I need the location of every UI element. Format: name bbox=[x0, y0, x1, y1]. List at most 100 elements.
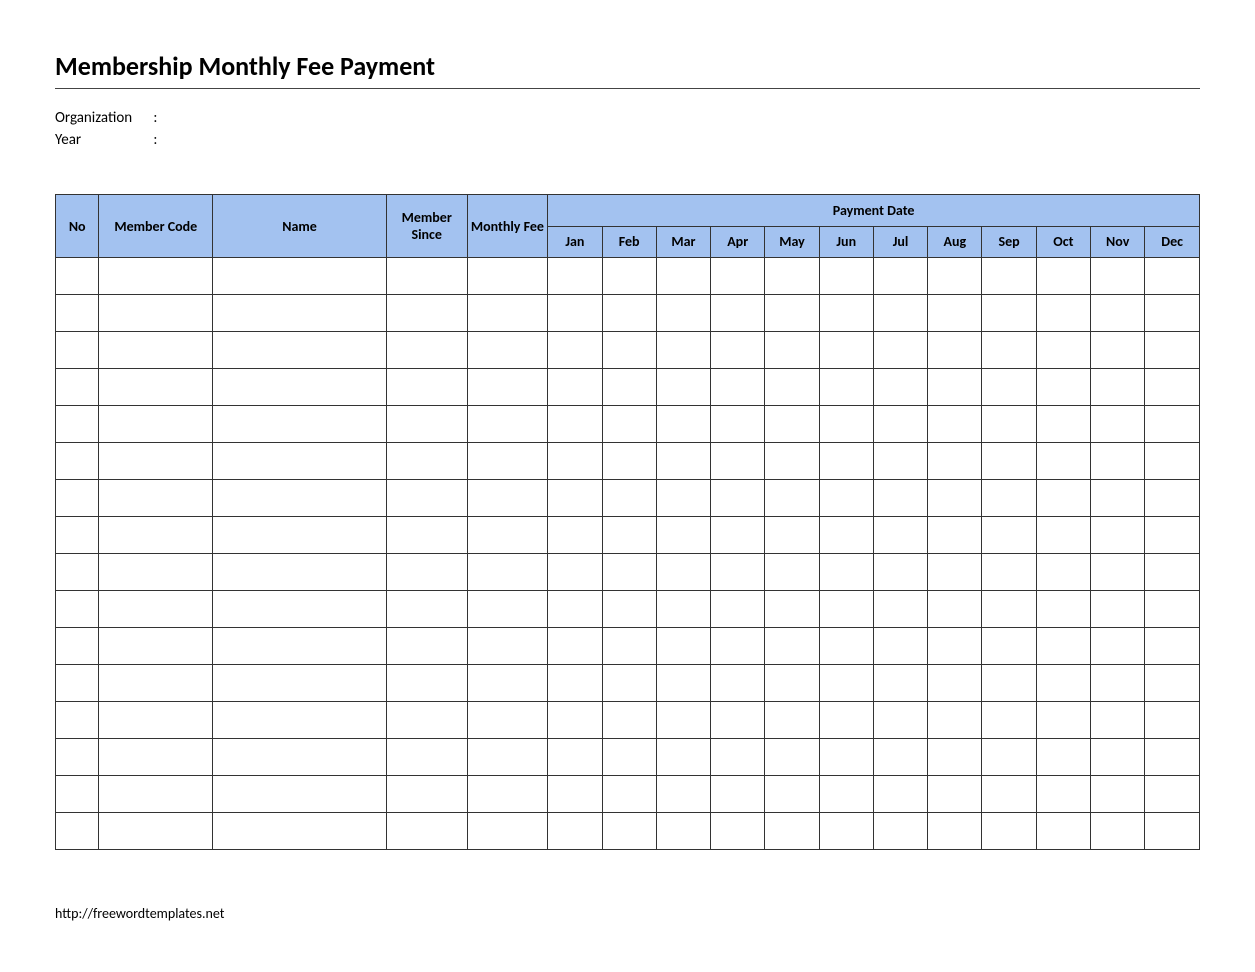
table-cell bbox=[656, 554, 710, 591]
table-cell bbox=[928, 702, 982, 739]
table-cell bbox=[56, 517, 99, 554]
table-cell bbox=[56, 702, 99, 739]
table-cell bbox=[928, 258, 982, 295]
table-cell bbox=[548, 295, 602, 332]
table-cell bbox=[928, 776, 982, 813]
table-cell bbox=[765, 406, 819, 443]
header-payment-date: Payment Date bbox=[548, 195, 1200, 227]
table-cell bbox=[602, 443, 656, 480]
table-cell bbox=[1091, 480, 1145, 517]
table-cell bbox=[1145, 813, 1200, 850]
table-cell bbox=[928, 443, 982, 480]
header-month-feb: Feb bbox=[602, 226, 656, 258]
table-cell bbox=[656, 480, 710, 517]
table-row bbox=[56, 739, 1200, 776]
table-cell bbox=[765, 702, 819, 739]
table-cell bbox=[765, 813, 819, 850]
table-cell bbox=[56, 813, 99, 850]
table-cell bbox=[99, 554, 213, 591]
table-cell bbox=[213, 443, 387, 480]
table-cell bbox=[386, 369, 467, 406]
table-cell bbox=[765, 369, 819, 406]
table-cell bbox=[656, 665, 710, 702]
table-cell bbox=[1091, 739, 1145, 776]
table-cell bbox=[928, 628, 982, 665]
table-cell bbox=[1145, 628, 1200, 665]
table-cell bbox=[602, 628, 656, 665]
table-cell bbox=[213, 665, 387, 702]
organization-label: Organization bbox=[55, 109, 150, 127]
table-row bbox=[56, 517, 1200, 554]
table-cell bbox=[386, 628, 467, 665]
table-cell bbox=[602, 813, 656, 850]
table-cell bbox=[928, 517, 982, 554]
table-cell bbox=[602, 258, 656, 295]
table-cell bbox=[1145, 739, 1200, 776]
table-cell bbox=[1091, 332, 1145, 369]
table-cell bbox=[873, 369, 927, 406]
table-cell bbox=[873, 702, 927, 739]
table-cell bbox=[213, 554, 387, 591]
table-cell bbox=[386, 776, 467, 813]
table-cell bbox=[467, 776, 548, 813]
payment-table-wrap: No Member Code Name Member Since Monthly… bbox=[55, 194, 1200, 850]
table-cell bbox=[548, 406, 602, 443]
table-cell bbox=[1145, 369, 1200, 406]
table-cell bbox=[819, 517, 873, 554]
table-row bbox=[56, 480, 1200, 517]
table-cell bbox=[1145, 517, 1200, 554]
table-cell bbox=[99, 258, 213, 295]
table-cell bbox=[99, 443, 213, 480]
table-cell bbox=[99, 369, 213, 406]
table-cell bbox=[1145, 332, 1200, 369]
table-cell bbox=[386, 702, 467, 739]
table-cell bbox=[56, 591, 99, 628]
table-cell bbox=[1145, 295, 1200, 332]
table-cell bbox=[213, 295, 387, 332]
table-cell bbox=[99, 702, 213, 739]
table-cell bbox=[656, 258, 710, 295]
table-cell bbox=[56, 554, 99, 591]
header-month-jan: Jan bbox=[548, 226, 602, 258]
table-cell bbox=[873, 665, 927, 702]
table-cell bbox=[213, 517, 387, 554]
table-cell bbox=[1091, 813, 1145, 850]
table-cell bbox=[1091, 369, 1145, 406]
table-cell bbox=[982, 517, 1036, 554]
table-cell bbox=[1036, 258, 1090, 295]
table-cell bbox=[765, 480, 819, 517]
table-cell bbox=[873, 517, 927, 554]
table-cell bbox=[1036, 406, 1090, 443]
table-cell bbox=[56, 406, 99, 443]
table-cell bbox=[819, 628, 873, 665]
table-cell bbox=[656, 443, 710, 480]
header-month-jul: Jul bbox=[873, 226, 927, 258]
table-row bbox=[56, 406, 1200, 443]
table-cell bbox=[602, 517, 656, 554]
table-cell bbox=[99, 776, 213, 813]
table-cell bbox=[213, 332, 387, 369]
table-cell bbox=[1036, 369, 1090, 406]
table-cell bbox=[928, 295, 982, 332]
table-cell bbox=[1091, 258, 1145, 295]
table-cell bbox=[548, 702, 602, 739]
table-cell bbox=[467, 702, 548, 739]
footer-url: http://freewordtemplates.net bbox=[55, 905, 1200, 922]
table-row bbox=[56, 628, 1200, 665]
year-field-row: Year : bbox=[55, 131, 1200, 149]
table-cell bbox=[656, 739, 710, 776]
table-cell bbox=[386, 295, 467, 332]
table-row bbox=[56, 813, 1200, 850]
table-cell bbox=[56, 332, 99, 369]
table-cell bbox=[213, 258, 387, 295]
table-cell bbox=[99, 406, 213, 443]
table-cell bbox=[548, 332, 602, 369]
table-cell bbox=[1091, 591, 1145, 628]
table-row bbox=[56, 554, 1200, 591]
table-cell bbox=[56, 739, 99, 776]
table-cell bbox=[711, 591, 765, 628]
table-cell bbox=[982, 480, 1036, 517]
page-title: Membership Monthly Fee Payment bbox=[55, 50, 1200, 82]
table-cell bbox=[765, 628, 819, 665]
header-month-mar: Mar bbox=[656, 226, 710, 258]
